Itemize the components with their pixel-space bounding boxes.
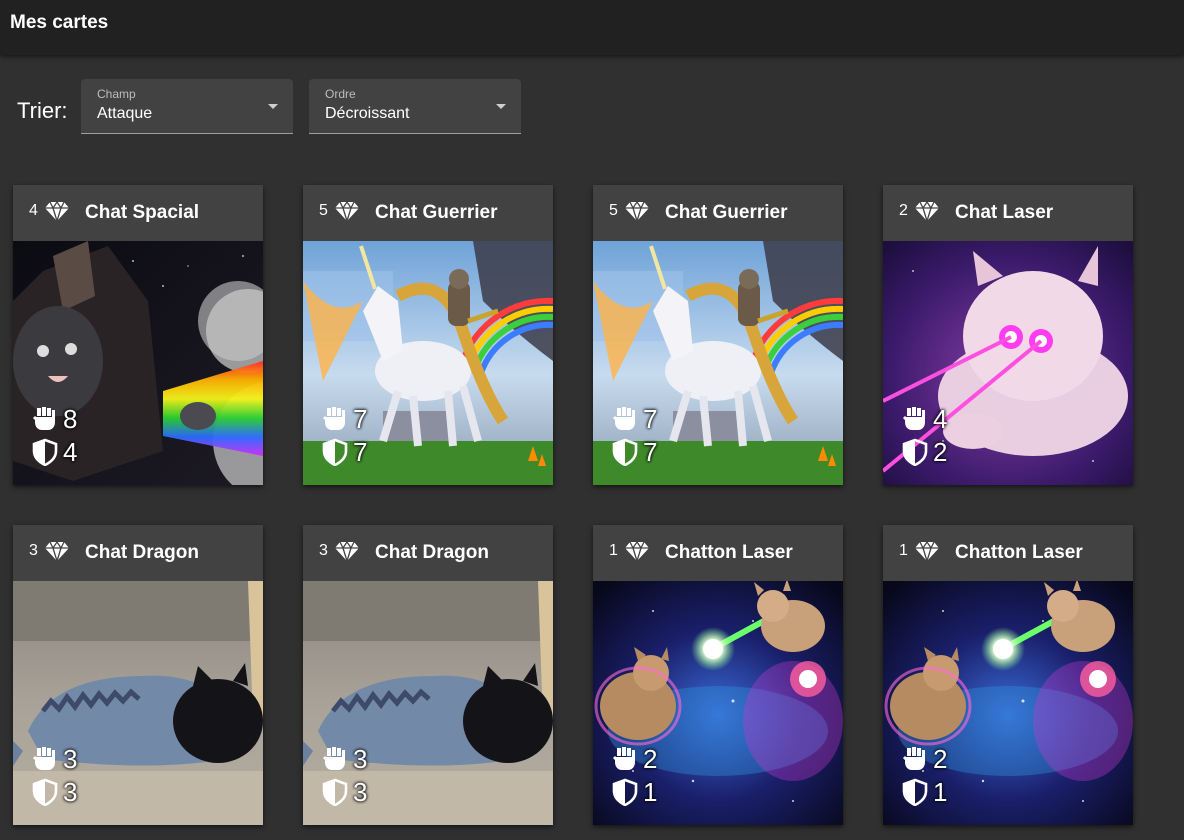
fist-icon (611, 405, 639, 433)
sort-label: Trier: (17, 98, 68, 123)
card-name: Chat Guerrier (375, 202, 498, 223)
card-name: Chat Dragon (85, 542, 199, 563)
shield-icon (31, 778, 59, 806)
fist-icon (611, 745, 639, 773)
card-defense-value: 3 (353, 777, 368, 807)
sort-field-select[interactable]: Champ Attaque (81, 79, 293, 134)
app-bar: Mes cartes (0, 0, 1184, 55)
fist-icon (31, 405, 59, 433)
card-attack-value: 8 (63, 404, 78, 434)
page-title: Mes cartes (10, 12, 109, 33)
shield-icon (321, 438, 349, 466)
diamond-icon (334, 200, 360, 222)
card-defense-value: 3 (63, 777, 78, 807)
shield-icon (321, 778, 349, 806)
fist-icon (31, 745, 59, 773)
fist-icon (321, 405, 349, 433)
shield-icon (31, 438, 59, 466)
fist-icon (321, 745, 349, 773)
card-name: Chatton Laser (665, 542, 793, 563)
sort-field-value: Attaque (97, 105, 153, 122)
card-name: Chat Guerrier (665, 202, 788, 223)
diamond-icon (914, 200, 940, 222)
card-attack-value: 2 (933, 744, 948, 774)
fist-icon (901, 405, 929, 433)
card[interactable]: 1 Chatton Laser 2 1 (593, 525, 843, 825)
diamond-icon (334, 540, 360, 562)
card-defense-value: 1 (933, 777, 948, 807)
sort-order-value: Décroissant (325, 105, 410, 122)
diamond-icon (44, 200, 70, 222)
sort-order-label: Ordre (325, 87, 356, 101)
diamond-icon (624, 200, 650, 222)
card-name: Chat Laser (955, 202, 1054, 223)
diamond-icon (44, 540, 70, 562)
card[interactable]: 3 Chat Dragon 3 3 (13, 525, 263, 825)
shield-icon (901, 778, 929, 806)
card-attack-value: 3 (353, 744, 368, 774)
card-name: Chat Dragon (375, 542, 489, 563)
card[interactable]: 4 Chat Spacial 8 4 (13, 185, 263, 485)
dropdown-arrow-icon (268, 104, 278, 109)
sort-order-select[interactable]: Ordre Décroissant (309, 79, 521, 134)
card-defense-value: 7 (643, 437, 658, 467)
card-cost: 2 (899, 202, 908, 219)
card-name: Chat Spacial (85, 202, 200, 223)
card-attack-value: 2 (643, 744, 658, 774)
card[interactable]: 3 Chat Dragon 3 3 (303, 525, 553, 825)
shield-icon (901, 438, 929, 466)
fist-icon (901, 745, 929, 773)
card[interactable]: 5 Chat Guerrier 7 7 (593, 185, 843, 485)
sort-field-label: Champ (97, 87, 136, 101)
card-defense-value: 7 (353, 437, 368, 467)
card-cost: 4 (29, 202, 38, 219)
card[interactable]: 2 Chat Laser 4 2 (883, 185, 1133, 485)
dropdown-arrow-icon (496, 104, 506, 109)
card-name: Chatton Laser (955, 542, 1083, 563)
card[interactable]: 5 Chat Guerrier 7 7 (303, 185, 553, 485)
card-attack-value: 3 (63, 744, 78, 774)
card-cost: 1 (609, 542, 618, 559)
card-cost: 5 (319, 202, 328, 219)
card-defense-value: 4 (63, 437, 78, 467)
diamond-icon (914, 540, 940, 562)
card-attack-value: 7 (643, 404, 658, 434)
card-defense-value: 2 (933, 437, 948, 467)
card-defense-value: 1 (643, 777, 658, 807)
diamond-icon (624, 540, 650, 562)
card-cost: 5 (609, 202, 618, 219)
card-cost: 3 (319, 542, 328, 559)
shield-icon (611, 438, 639, 466)
shield-icon (611, 778, 639, 806)
card-attack-value: 4 (933, 404, 948, 434)
card-cost: 1 (899, 542, 908, 559)
card-cost: 3 (29, 542, 38, 559)
card[interactable]: 1 Chatton Laser 2 1 (883, 525, 1133, 825)
card-attack-value: 7 (353, 404, 368, 434)
